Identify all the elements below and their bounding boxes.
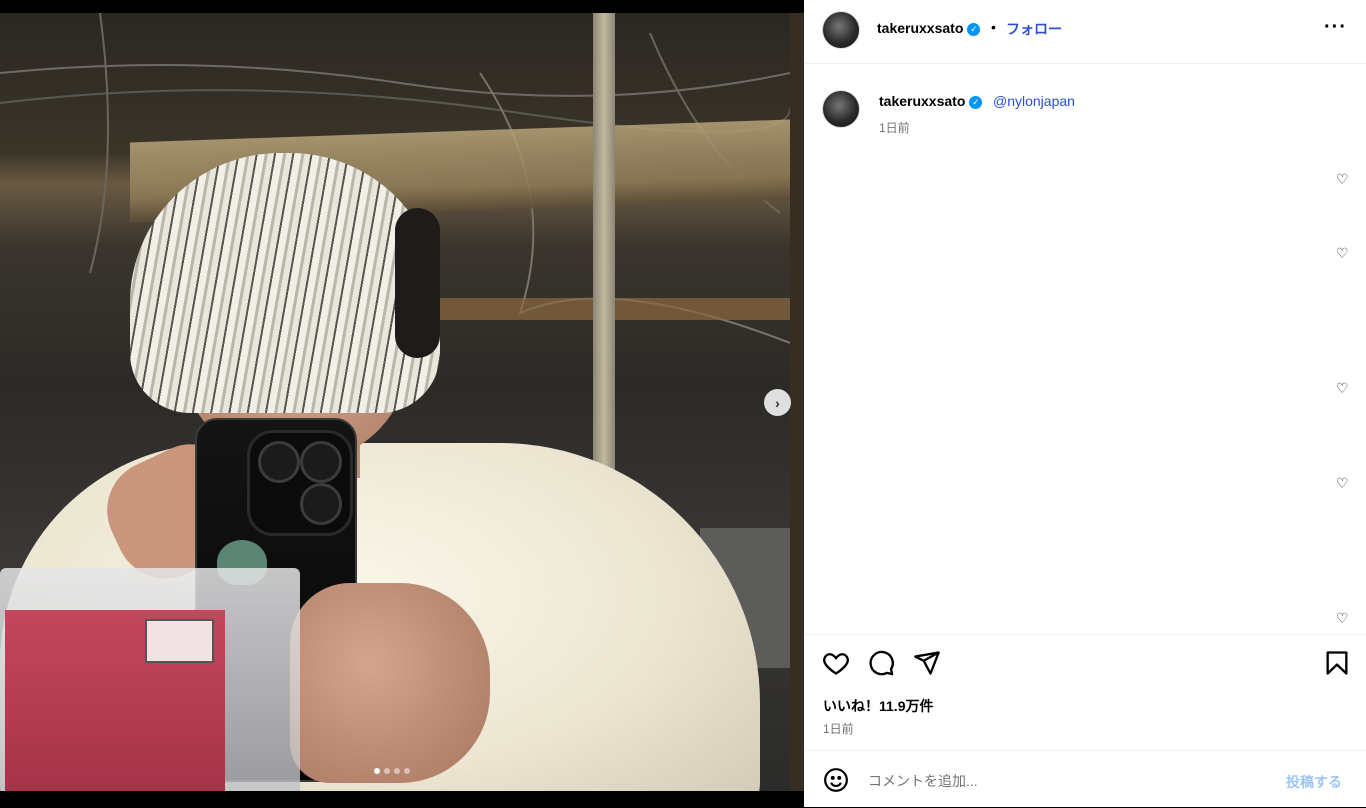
heart-icon[interactable] <box>822 649 850 677</box>
heart-outline-icon[interactable]: ♡ <box>1336 381 1350 395</box>
heart-outline-icon[interactable]: ♡ <box>1336 246 1350 260</box>
caption-section: takeruxxsato ✓ @nylonjapan 1日前 ♡ ♡ ♡ ♡ ♡ <box>804 64 1366 634</box>
username-text[interactable]: takeruxxsato <box>877 20 963 36</box>
avatar[interactable] <box>822 11 860 49</box>
heart-outline-icon[interactable]: ♡ <box>1336 611 1350 625</box>
bookmark-icon[interactable] <box>1323 649 1351 677</box>
camera-lens <box>258 441 300 483</box>
post-photo[interactable] <box>0 13 790 791</box>
caption-username[interactable]: takeruxxsato ✓ <box>879 93 983 109</box>
verified-badge-icon: ✓ <box>969 95 983 109</box>
camera-lens <box>300 483 342 525</box>
camera-module <box>247 430 353 536</box>
share-icon[interactable] <box>913 649 941 677</box>
caption-timestamp[interactable]: 1日前 <box>879 119 910 136</box>
camera-lens <box>300 441 342 483</box>
post-media: › <box>0 0 804 807</box>
comment-icon[interactable] <box>867 649 895 677</box>
carousel-indicator <box>374 768 410 774</box>
like-count[interactable]: いいね！11.9万件 <box>823 696 933 716</box>
red-box-label <box>145 619 214 663</box>
caption-avatar[interactable] <box>822 90 860 128</box>
media-edge <box>790 13 804 791</box>
action-bar <box>804 634 1366 695</box>
follow-button[interactable]: フォロー <box>1006 19 1062 39</box>
chevron-right-icon: › <box>775 394 780 411</box>
post-sidebar: takeruxxsato ✓ • フォロー ··· takeruxxsato ✓ @… <box>804 0 1366 807</box>
carousel-dot <box>384 768 390 774</box>
carousel-dot <box>394 768 400 774</box>
separator-dot: • <box>991 19 996 35</box>
post-header: takeruxxsato ✓ • フォロー ··· <box>804 0 1366 64</box>
username-text[interactable]: takeruxxsato <box>879 93 965 109</box>
more-horizontal-icon[interactable]: ··· <box>1324 16 1347 39</box>
post-date[interactable]: 1日前 <box>823 720 854 737</box>
dark-hair-streak <box>395 208 440 358</box>
caption-mention-link[interactable]: @nylonjapan <box>993 93 1075 109</box>
next-media-button[interactable]: › <box>764 389 791 416</box>
emoji-icon[interactable] <box>823 767 849 793</box>
post-comment-button[interactable]: 投稿する <box>1286 772 1342 792</box>
right-hand <box>290 583 490 783</box>
heart-outline-icon[interactable]: ♡ <box>1336 476 1350 490</box>
verified-badge-icon: ✓ <box>967 22 981 36</box>
carousel-dot <box>374 768 380 774</box>
instagram-post-window: › takeruxxsato ✓ • フォロー ··· takeruxxsato ✓… <box>0 0 1366 807</box>
heart-outline-icon[interactable]: ♡ <box>1336 172 1350 186</box>
carousel-dot <box>404 768 410 774</box>
comment-input[interactable] <box>866 763 1250 799</box>
comment-bar: 投稿する <box>804 750 1366 808</box>
header-username[interactable]: takeruxxsato ✓ <box>877 20 981 36</box>
